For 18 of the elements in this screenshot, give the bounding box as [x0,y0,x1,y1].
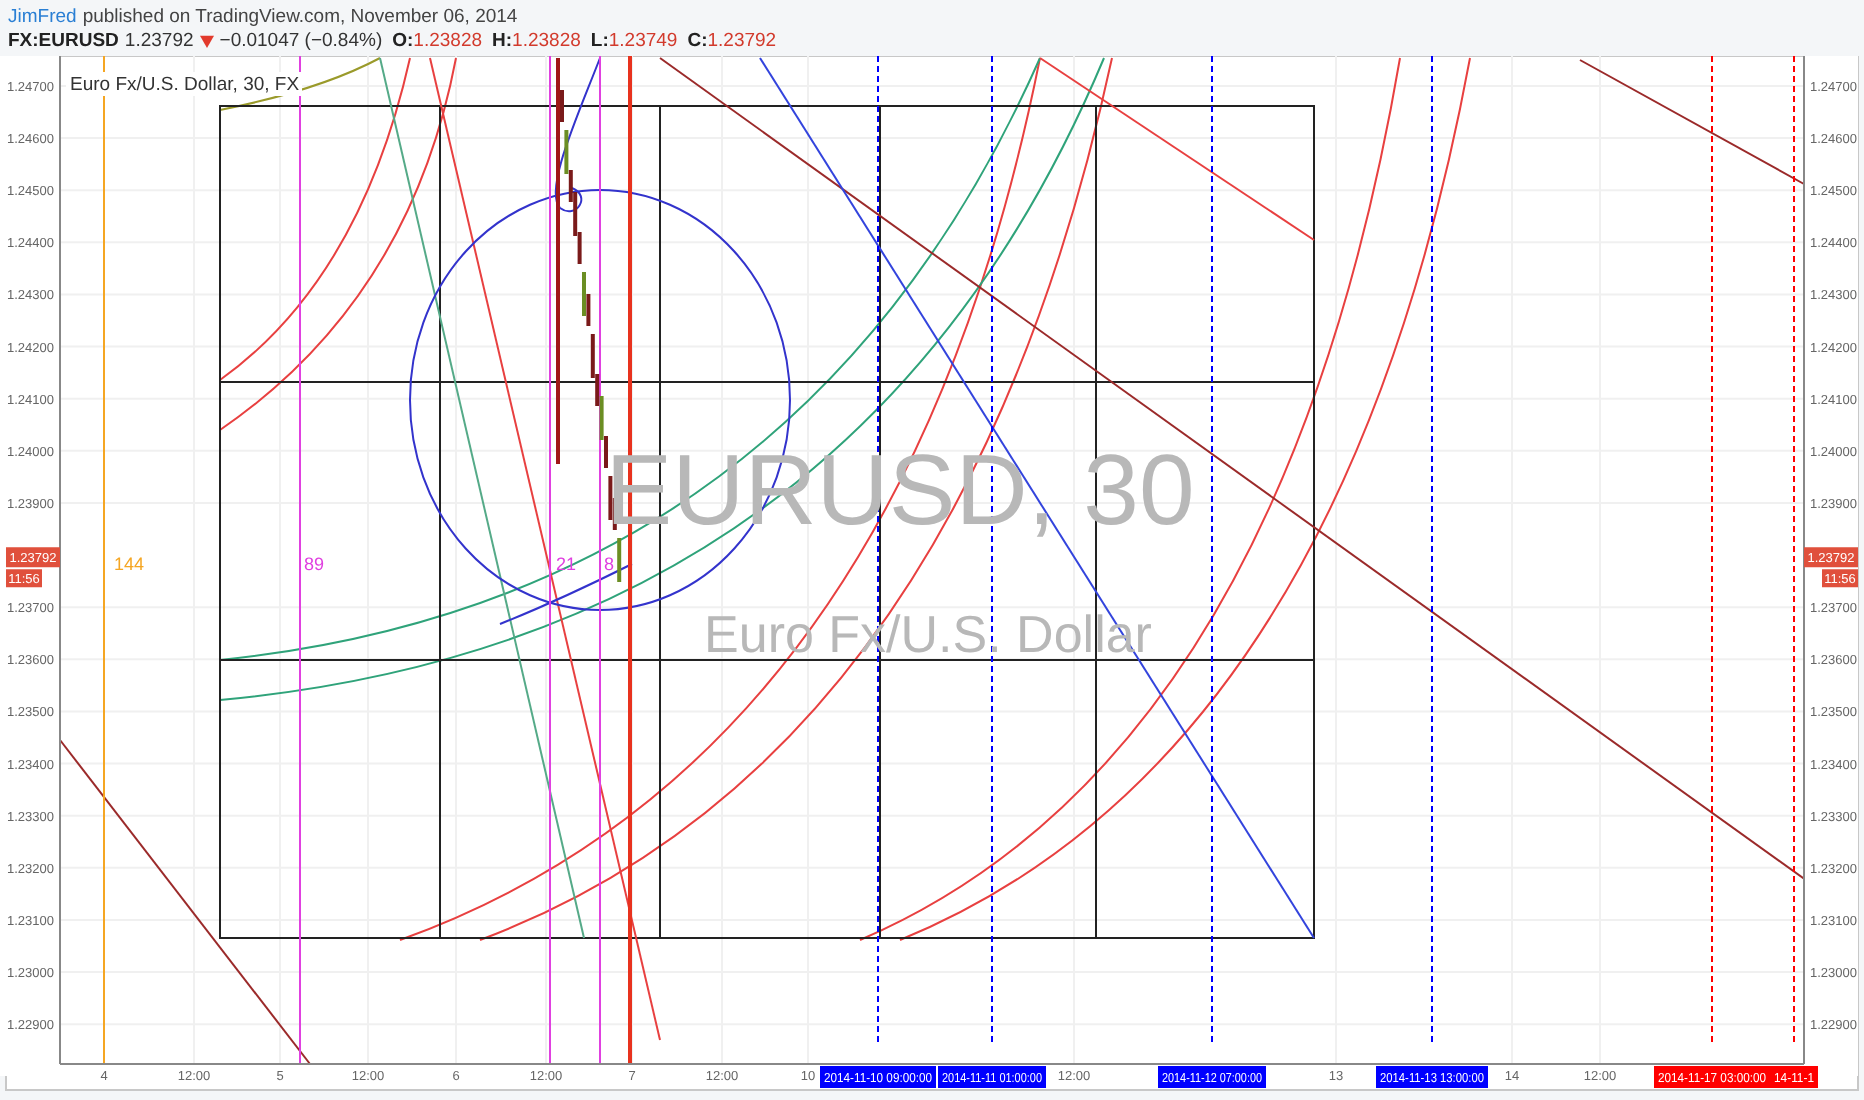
chart-legend: Euro Fx/U.S. Dollar, 30, FX [70,74,300,96]
fib-label: 8 [604,554,615,574]
last-price: 1.23792 [124,29,194,51]
ohlc-value: 1.23792 [707,29,777,51]
ohlc-value: 1.23828 [512,29,581,51]
author-link[interactable]: JimFred [8,5,77,27]
ohlc-label: C: [687,29,708,51]
ohlc-label: O: [392,29,414,51]
down-arrow-icon [199,33,214,47]
fib-label: 89 [304,554,325,574]
ohlc-label: L: [590,29,609,51]
published-text: published on TradingView.com, November 06, 2014 [82,5,518,27]
ohlc-label: H: [492,29,513,51]
ohlc-value: 1.23749 [608,29,678,51]
ohlc-value: 1.23828 [413,29,483,51]
symbol-label: FX:EURUSD [8,29,119,51]
price-change: −0.01047 (−0.84%) [219,29,383,51]
fib-label: 144 [114,554,145,574]
